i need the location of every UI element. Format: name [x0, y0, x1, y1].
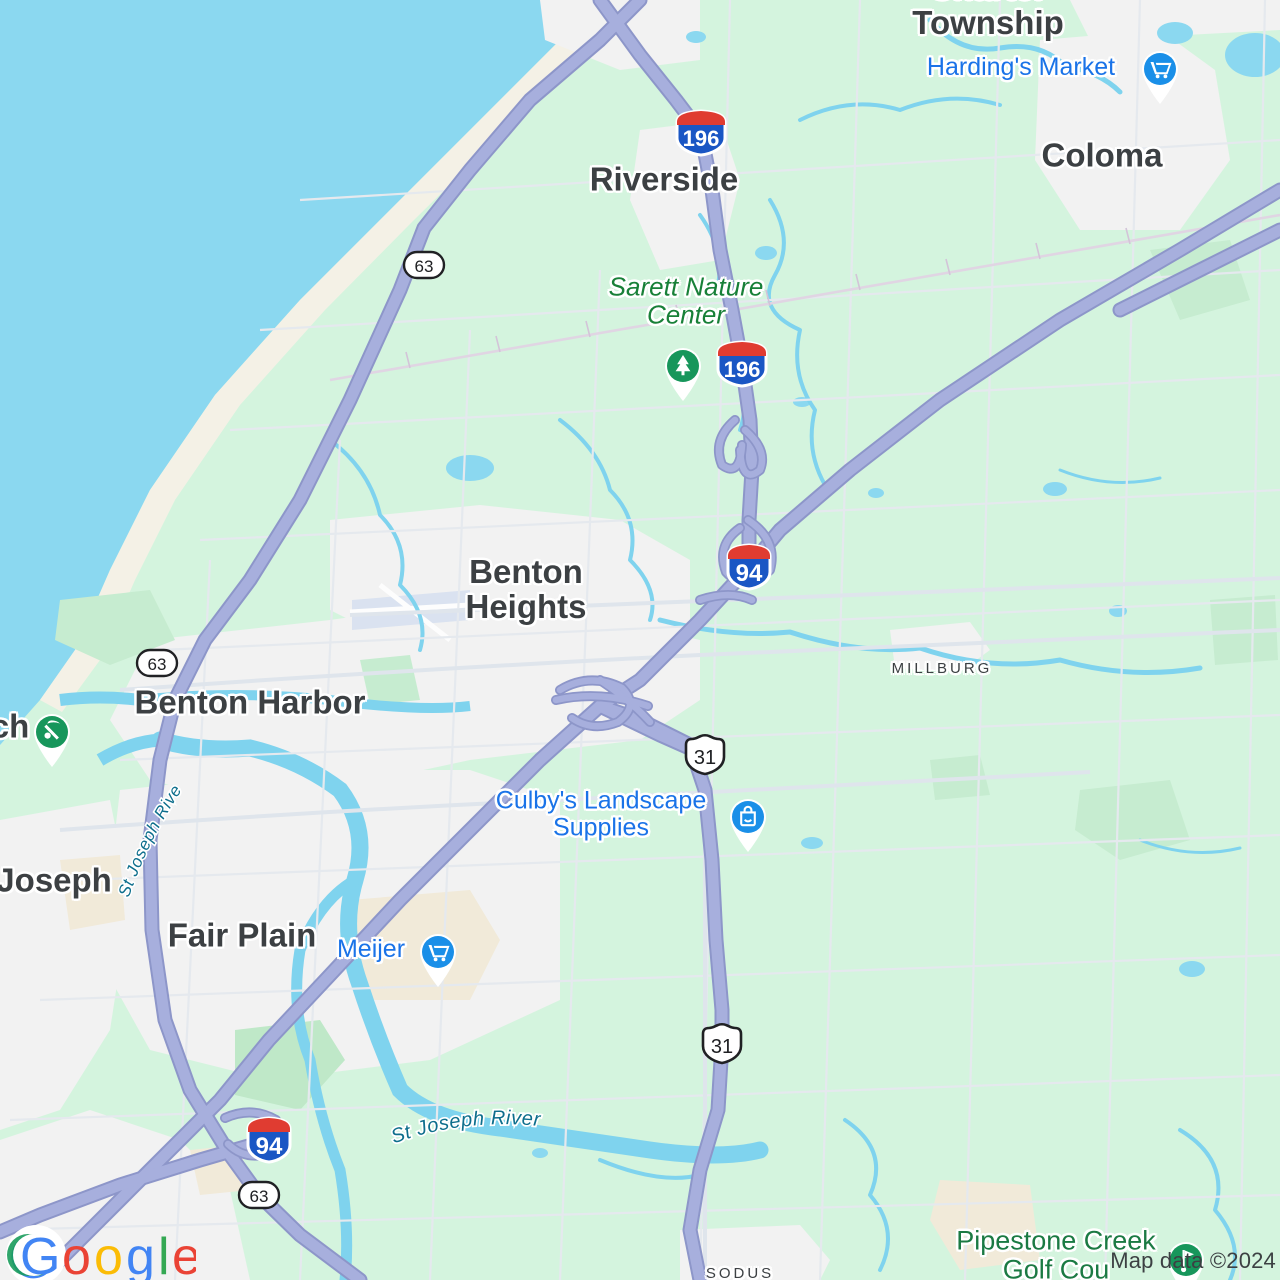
- place-label-charter-township: Charter Township: [912, 0, 1064, 41]
- svg-text:o: o: [94, 1228, 123, 1280]
- place-label-coloma: Coloma: [1041, 136, 1163, 174]
- map-attribution: Map data ©2024: [1110, 1248, 1276, 1273]
- place-label-beach-partial: ch: [0, 707, 30, 745]
- shield-state-63-north[interactable]: 63: [401, 248, 447, 282]
- shield-state-63-south[interactable]: 63: [236, 1178, 282, 1212]
- svg-text:G: G: [20, 1228, 60, 1280]
- park-label-sarett-nature-center[interactable]: Sarett Nature Center: [609, 273, 764, 328]
- shield-us-31-north[interactable]: 31: [679, 733, 731, 777]
- shield-interstate-196-south[interactable]: 196: [714, 339, 770, 389]
- shield-interstate-94-mid[interactable]: 94: [724, 542, 774, 592]
- river-label-st-joseph-lower: St Joseph River: [386, 1105, 543, 1150]
- place-label-st-joseph: t Joseph: [0, 861, 112, 899]
- svg-text:o: o: [62, 1228, 91, 1280]
- shield-state-63-mid[interactable]: 63: [134, 646, 180, 680]
- place-label-riverside: Riverside: [589, 160, 739, 198]
- svg-text:l: l: [158, 1228, 170, 1280]
- pin-meijer[interactable]: [415, 930, 461, 988]
- shield-label: 31: [694, 747, 716, 769]
- shield-label: 63: [250, 1187, 269, 1206]
- shield-label: 94: [736, 560, 763, 587]
- shopping-cart-icon: [1144, 53, 1176, 85]
- shield-label: 94: [256, 1133, 283, 1160]
- shield-us-31-south[interactable]: 31: [696, 1022, 748, 1066]
- place-label-benton-harbor: Benton Harbor: [134, 683, 366, 721]
- shield-interstate-196-north[interactable]: 196: [673, 108, 729, 158]
- place-label-sodus: SODUS: [705, 1265, 775, 1280]
- pin-hardings-market[interactable]: [1137, 47, 1183, 105]
- pin-sarett-nature-center[interactable]: [660, 344, 706, 402]
- svg-text:g: g: [126, 1228, 155, 1280]
- poi-label-meijer[interactable]: Meijer: [337, 936, 405, 963]
- shield-label: 31: [711, 1036, 733, 1058]
- shield-label: 196: [683, 126, 720, 151]
- pin-beach[interactable]: [29, 710, 75, 768]
- google-logo[interactable]: G o o g l e: [6, 1212, 196, 1280]
- map-canvas[interactable]: St Joseph River St Joseph River Charter …: [0, 0, 1280, 1280]
- pin-culbys-landscape-supplies[interactable]: [725, 795, 771, 853]
- river-label-st-joseph-upper: St Joseph River: [0, 0, 187, 901]
- svg-text:St Joseph River: St Joseph River: [388, 1107, 542, 1148]
- svg-text:St Joseph River: St Joseph River: [0, 0, 186, 899]
- shield-label: 196: [724, 357, 761, 382]
- shield-label: 63: [148, 655, 167, 674]
- place-label-fair-plain: Fair Plain: [167, 916, 317, 954]
- shield-label: 63: [415, 257, 434, 276]
- shopping-cart-icon: [422, 936, 454, 968]
- poi-label-culbys-landscape-supplies[interactable]: Culby's Landscape Supplies: [496, 787, 706, 841]
- place-label-benton-heights: Benton Heights: [465, 553, 587, 625]
- shield-interstate-94-southwest[interactable]: 94: [244, 1115, 294, 1165]
- place-label-millburg: MILLBURG: [891, 660, 993, 678]
- svg-text:e: e: [172, 1228, 196, 1280]
- poi-label-hardings-market[interactable]: Harding's Market: [927, 54, 1115, 81]
